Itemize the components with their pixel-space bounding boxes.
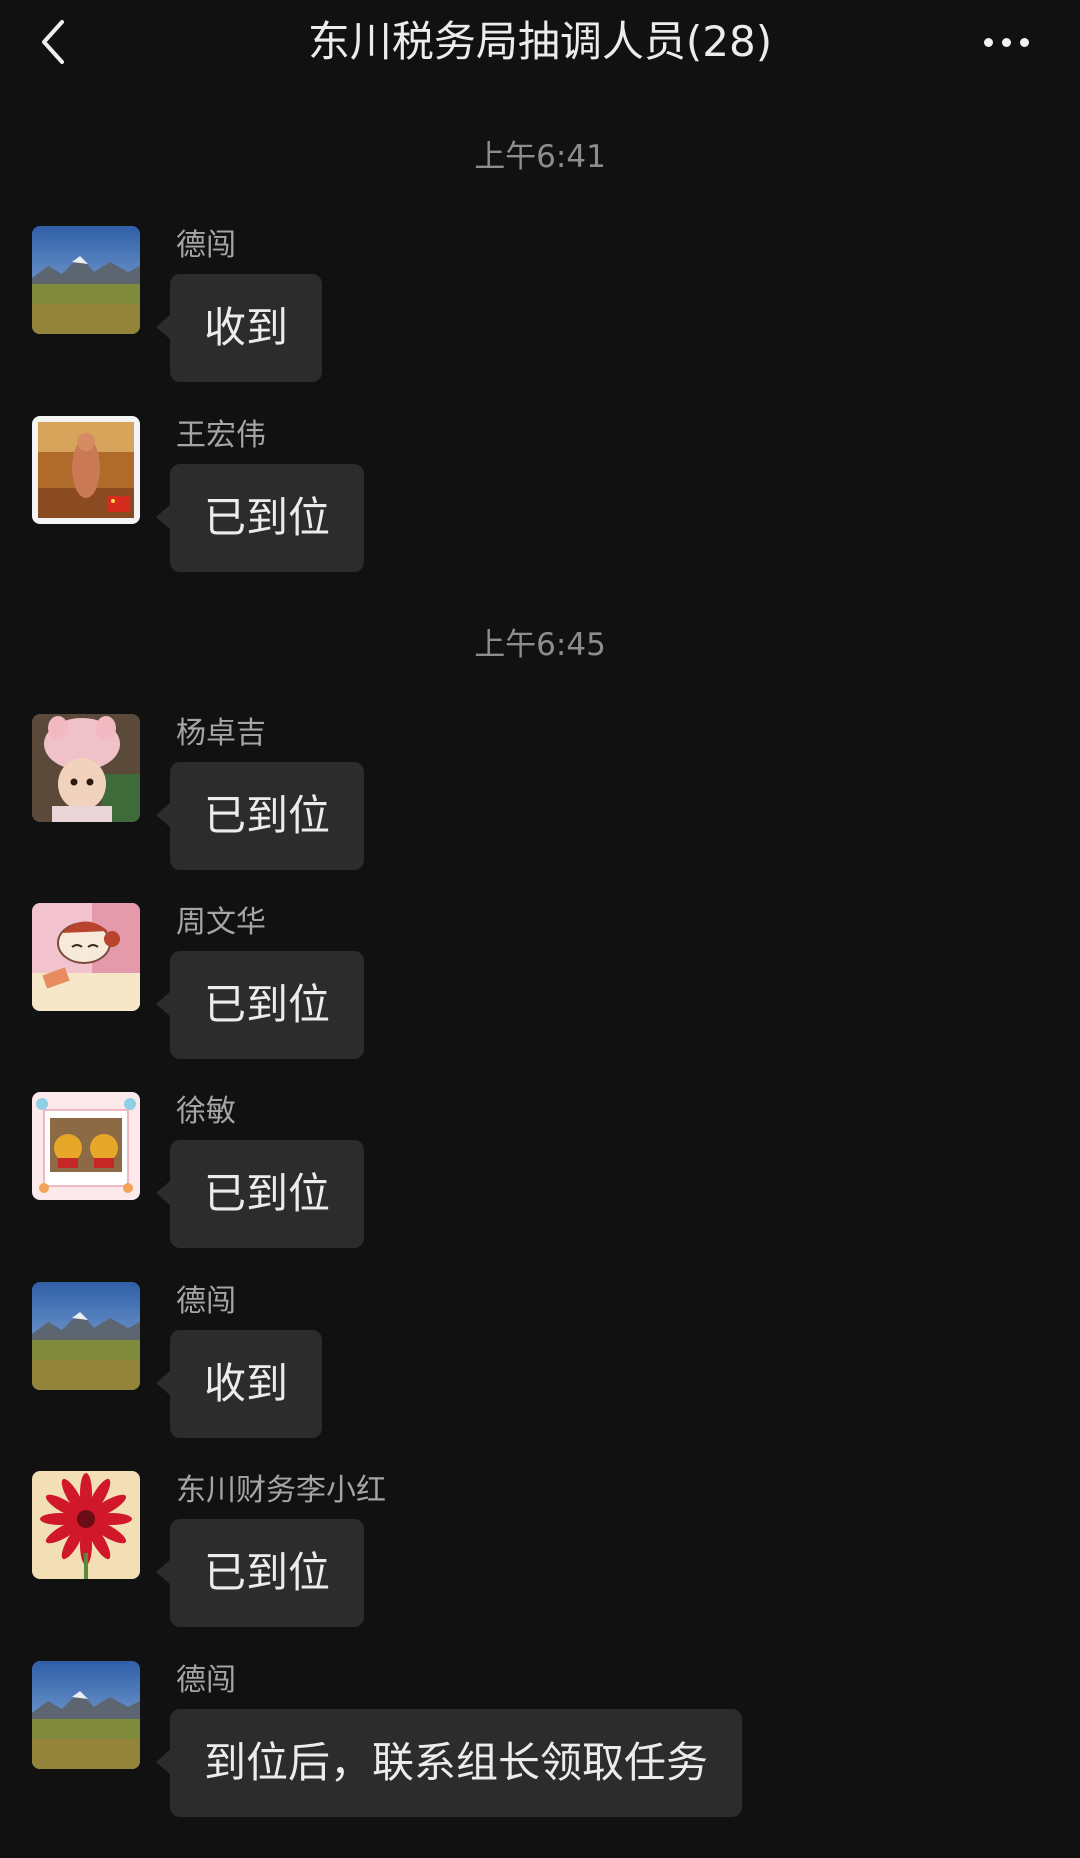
message-bubble[interactable]: 收到 (155, 274, 323, 382)
avatar[interactable] (32, 1282, 140, 1390)
chat-header: 东川税务局抽调人员(28) (0, 0, 1080, 86)
message-bubble[interactable]: 已到位 (155, 951, 365, 1059)
sender-name: 德闯 (176, 228, 236, 263)
message-bubble[interactable]: 已到位 (155, 1140, 365, 1248)
sender-name: 周文华 (176, 905, 266, 940)
message-bubble[interactable]: 已到位 (155, 464, 365, 572)
message-bubble[interactable]: 收到 (155, 1330, 323, 1438)
time-separator: 上午6:41 (474, 139, 606, 175)
message-bubble[interactable]: 已到位 (155, 762, 365, 870)
avatar[interactable] (32, 1092, 140, 1200)
sender-name: 东川财务李小红 (176, 1473, 386, 1508)
sender-name: 德闯 (176, 1284, 236, 1319)
chevron-left-icon (42, 20, 64, 64)
avatar[interactable] (32, 714, 140, 822)
sender-name: 杨卓吉 (176, 716, 266, 751)
more-button[interactable] (968, 18, 1044, 66)
chat-screen: 东川税务局抽调人员(28) 上午6:41 德闯 收到 王宏伟 已到位 上午6:4… (0, 0, 1080, 1858)
avatar[interactable] (32, 903, 140, 1011)
more-dot (1019, 37, 1029, 47)
sender-name: 徐敏 (176, 1094, 236, 1129)
sender-name: 德闯 (176, 1663, 236, 1698)
message-bubble[interactable]: 已到位 (155, 1519, 365, 1627)
message-bubble[interactable]: 到位后，联系组长领取任务 (155, 1709, 743, 1817)
time-separator: 上午6:45 (474, 627, 606, 663)
chat-title: 东川税务局抽调人员(28) (307, 17, 773, 66)
avatar[interactable] (32, 226, 140, 334)
avatar[interactable] (32, 1471, 140, 1579)
avatar[interactable] (32, 1661, 140, 1769)
sender-name: 王宏伟 (176, 418, 266, 453)
avatar[interactable] (32, 416, 140, 524)
more-dot (1001, 37, 1011, 47)
back-button[interactable] (28, 14, 76, 70)
more-dots-icon (983, 37, 993, 47)
